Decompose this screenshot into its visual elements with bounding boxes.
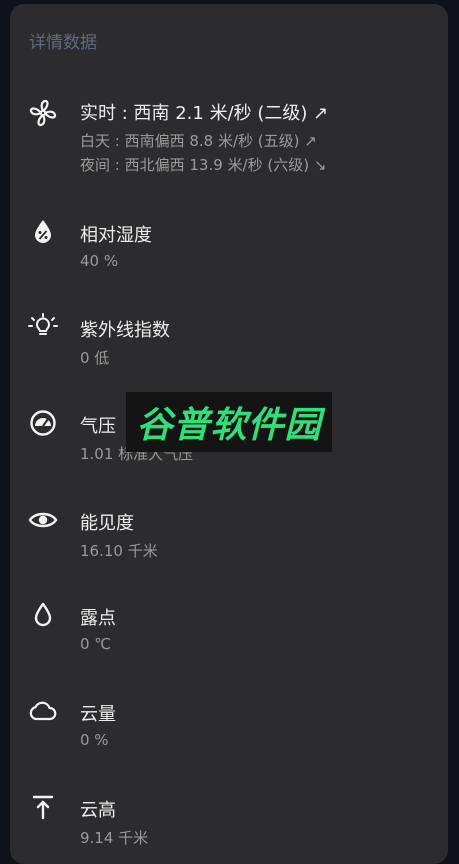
visibility-title: 能见度 bbox=[80, 513, 134, 534]
pressure-title: 气压 bbox=[80, 416, 116, 437]
wind-day: 白天 : 西南偏西 8.8 米/秒 (五级) ↗ bbox=[80, 132, 317, 150]
drop-icon bbox=[26, 598, 60, 632]
section-title: 详情数据 bbox=[29, 33, 97, 53]
humidity-title: 相对湿度 bbox=[80, 225, 152, 246]
dewpoint-title: 露点 bbox=[80, 608, 116, 629]
visibility-value: 16.10 千米 bbox=[80, 542, 158, 560]
watermark-text: 谷普软件园 bbox=[136, 405, 322, 446]
humidity-icon bbox=[26, 215, 60, 249]
eye-icon bbox=[26, 503, 60, 537]
ceiling-icon bbox=[26, 790, 60, 824]
wind-item[interactable]: 实时 : 西南 2.1 米/秒 (二级) ↗ 白天 : 西南偏西 8.8 米/秒… bbox=[10, 96, 448, 174]
uv-value: 0 低 bbox=[80, 349, 110, 367]
wind-night: 夜间 : 西北偏西 13.9 米/秒 (六级) ↘ bbox=[80, 156, 327, 174]
uv-title: 紫外线指数 bbox=[80, 320, 170, 341]
cloud-cover-item[interactable]: 云量 0 % bbox=[10, 694, 448, 764]
cloud-ceiling-title: 云高 bbox=[80, 800, 116, 821]
uv-bulb-icon bbox=[26, 310, 60, 344]
dewpoint-item[interactable]: 露点 0 ℃ bbox=[10, 598, 448, 668]
uv-item[interactable]: 紫外线指数 0 低 bbox=[10, 310, 448, 380]
wind-title: 实时 : 西南 2.1 米/秒 (二级) ↗ bbox=[80, 103, 329, 124]
dewpoint-value: 0 ℃ bbox=[80, 635, 112, 653]
humidity-value: 40 % bbox=[80, 252, 119, 270]
cloud-cover-title: 云量 bbox=[80, 704, 116, 725]
fan-icon bbox=[26, 96, 60, 130]
cloud-ceiling-item[interactable]: 云高 9.14 千米 bbox=[10, 790, 448, 860]
watermark-overlay: 谷普软件园 bbox=[126, 392, 332, 452]
cloud-cover-value: 0 % bbox=[80, 731, 109, 749]
cloud-icon bbox=[26, 694, 60, 728]
visibility-item[interactable]: 能见度 16.10 千米 bbox=[10, 503, 448, 573]
gauge-icon bbox=[26, 406, 60, 440]
humidity-item[interactable]: 相对湿度 40 % bbox=[10, 215, 448, 285]
